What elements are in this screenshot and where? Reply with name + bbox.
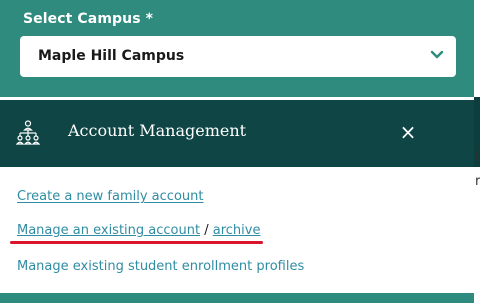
org-chart-icon: [16, 120, 40, 145]
manage-account-line: Manage an existing account / archive: [17, 223, 260, 238]
campus-select[interactable]: Maple Hill Campus: [20, 36, 456, 77]
link-separator: /: [200, 223, 213, 238]
background-page-strip: l r: [474, 0, 480, 303]
close-icon[interactable]: ×: [398, 122, 418, 142]
red-annotation-underline: [10, 241, 263, 244]
campus-selected-value: Maple Hill Campus: [38, 48, 185, 64]
account-management-title: Account Management: [68, 121, 247, 140]
background-text-fragment: l: [475, 150, 479, 165]
archive-link[interactable]: archive: [213, 223, 261, 238]
chevron-down-icon: [430, 50, 444, 59]
create-family-account-link[interactable]: Create a new family account: [17, 189, 203, 204]
campus-label: Select Campus *: [23, 11, 154, 27]
manage-enrollment-profiles-link[interactable]: Manage existing student enrollment profi…: [17, 259, 304, 274]
manage-existing-account-link[interactable]: Manage an existing account: [17, 223, 200, 238]
background-text-fragment: r: [475, 174, 480, 189]
bottom-teal-bar: [0, 293, 474, 303]
campus-selector-panel: Select Campus * Maple Hill Campus: [0, 0, 474, 97]
